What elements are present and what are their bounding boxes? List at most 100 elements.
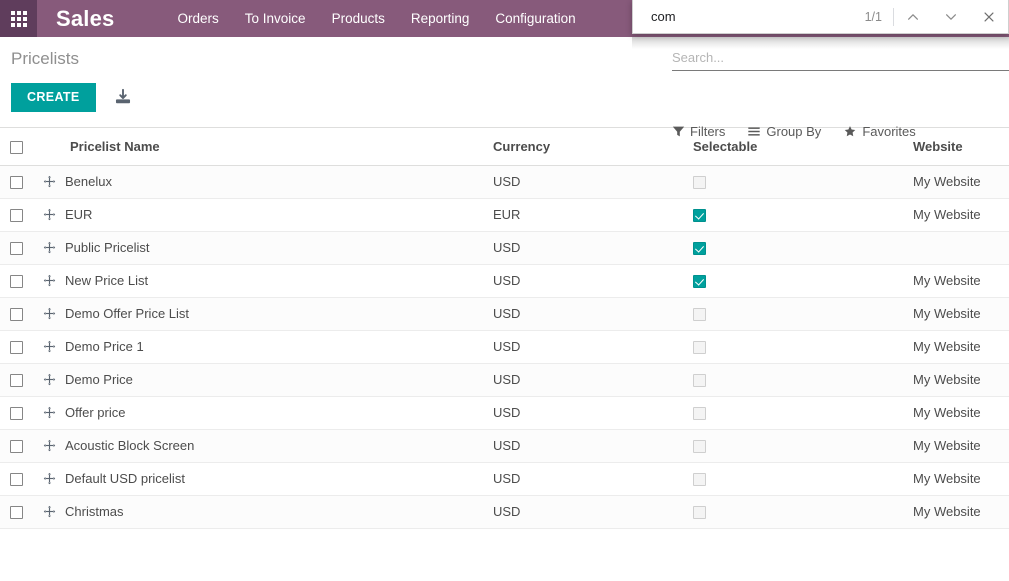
- pricelist-name-link[interactable]: Benelux: [65, 174, 112, 189]
- drag-handle[interactable]: [43, 406, 56, 419]
- row-select-checkbox[interactable]: [10, 341, 23, 355]
- pricelists-table: Pricelist Name Currency Selectable Websi…: [0, 128, 1009, 529]
- cell-pricelist-name: Demo Price: [33, 363, 463, 396]
- drag-handle[interactable]: [43, 505, 56, 518]
- cell-website: My Website: [913, 372, 981, 387]
- row-select-checkbox[interactable]: [10, 242, 23, 256]
- row-select-checkbox[interactable]: [10, 308, 23, 322]
- cell-selectable: [663, 198, 888, 231]
- drag-handle[interactable]: [43, 241, 56, 254]
- table-row[interactable]: Public Pricelist USD: [0, 231, 1009, 264]
- selectable-checkbox[interactable]: [693, 407, 706, 421]
- selectable-checkbox[interactable]: [693, 506, 706, 520]
- drag-handle[interactable]: [43, 208, 56, 221]
- pricelist-name-link[interactable]: Offer price: [65, 405, 125, 420]
- selectable-checkbox[interactable]: [693, 341, 706, 355]
- menu-item-products[interactable]: Products: [319, 0, 398, 37]
- table-row[interactable]: Demo Offer Price List USD My Website: [0, 297, 1009, 330]
- app-brand-sales[interactable]: Sales: [56, 6, 115, 32]
- pricelist-name-link[interactable]: New Price List: [65, 273, 148, 288]
- table-row[interactable]: Default USD pricelist USD My Website: [0, 462, 1009, 495]
- cell-selectable: [663, 429, 888, 462]
- table-row[interactable]: Acoustic Block Screen USD My Website: [0, 429, 1009, 462]
- cell-pricelist-name: Christmas: [33, 495, 463, 528]
- cell-currency: USD: [493, 174, 521, 189]
- drag-handle[interactable]: [43, 439, 56, 452]
- group-by-label: Group By: [766, 124, 822, 139]
- pricelists-list-view: Pricelist Name Currency Selectable Websi…: [0, 128, 1009, 581]
- row-select-checkbox[interactable]: [10, 209, 23, 223]
- row-select-checkbox[interactable]: [10, 473, 23, 487]
- row-select-checkbox[interactable]: [10, 176, 23, 190]
- find-match-count: 1/1: [864, 9, 882, 24]
- table-row[interactable]: EUR EUR My Website: [0, 198, 1009, 231]
- pricelist-name-link[interactable]: Demo Price: [65, 372, 133, 387]
- cell-currency: USD: [493, 438, 521, 453]
- selectable-checkbox[interactable]: [693, 176, 706, 190]
- cell-website: My Website: [913, 504, 981, 519]
- find-next-button[interactable]: [932, 0, 970, 34]
- menu-item-to-invoice[interactable]: To Invoice: [232, 0, 319, 37]
- apps-menu-button[interactable]: [0, 0, 37, 37]
- drag-handle-icon: [43, 373, 56, 386]
- import-icon[interactable]: [112, 86, 134, 108]
- table-row[interactable]: Benelux USD My Website: [0, 165, 1009, 198]
- selectable-checkbox[interactable]: [693, 374, 706, 388]
- selectable-checkbox[interactable]: [693, 209, 706, 223]
- selectable-checkbox[interactable]: [693, 275, 706, 289]
- row-select-checkbox[interactable]: [10, 407, 23, 421]
- favorites-button[interactable]: Favorites: [843, 124, 916, 139]
- row-select-checkbox[interactable]: [10, 506, 23, 520]
- column-header-currency[interactable]: Currency: [463, 128, 663, 166]
- table-row[interactable]: Demo Price USD My Website: [0, 363, 1009, 396]
- cell-pricelist-name: Acoustic Block Screen: [33, 429, 463, 462]
- pricelist-name-link[interactable]: Demo Offer Price List: [65, 306, 189, 321]
- drag-handle[interactable]: [43, 274, 56, 287]
- filters-button[interactable]: Filters: [672, 124, 725, 139]
- pricelist-name-link[interactable]: Christmas: [65, 504, 124, 519]
- selectable-checkbox[interactable]: [693, 242, 706, 256]
- pricelist-name-link[interactable]: Public Pricelist: [65, 240, 150, 255]
- column-header-pricelist-name[interactable]: Pricelist Name: [33, 128, 463, 166]
- selectable-checkbox[interactable]: [693, 308, 706, 322]
- group-by-button[interactable]: Group By: [747, 124, 821, 139]
- row-select-cell: [0, 462, 33, 495]
- menu-item-configuration[interactable]: Configuration: [482, 0, 588, 37]
- drag-handle[interactable]: [43, 340, 56, 353]
- pricelist-name-link[interactable]: Default USD pricelist: [65, 471, 185, 486]
- browser-find-bar: 1/1: [632, 0, 1009, 34]
- drag-handle[interactable]: [43, 175, 56, 188]
- pricelist-name-link[interactable]: EUR: [65, 207, 92, 222]
- selectable-checkbox[interactable]: [693, 440, 706, 454]
- menu-item-orders[interactable]: Orders: [165, 0, 232, 37]
- table-row[interactable]: Demo Price 1 USD My Website: [0, 330, 1009, 363]
- drag-handle-icon: [43, 307, 56, 320]
- menu-item-reporting[interactable]: Reporting: [398, 0, 483, 37]
- apps-grid-icon: [10, 10, 27, 27]
- row-select-checkbox[interactable]: [10, 374, 23, 388]
- chevron-up-icon: [908, 13, 918, 20]
- search-area: [672, 48, 1009, 71]
- row-select-cell: [0, 330, 33, 363]
- table-row[interactable]: New Price List USD My Website: [0, 264, 1009, 297]
- table-row[interactable]: Christmas USD My Website: [0, 495, 1009, 528]
- cell-currency: USD: [493, 339, 521, 354]
- pricelist-name-link[interactable]: Acoustic Block Screen: [65, 438, 194, 453]
- drag-handle[interactable]: [43, 373, 56, 386]
- pricelist-name-link[interactable]: Demo Price 1: [65, 339, 144, 354]
- create-button[interactable]: CREATE: [11, 83, 96, 112]
- search-input[interactable]: [672, 48, 1009, 67]
- selectable-checkbox[interactable]: [693, 473, 706, 487]
- drag-handle[interactable]: [43, 472, 56, 485]
- find-input[interactable]: [633, 8, 865, 25]
- cell-currency: USD: [493, 372, 521, 387]
- row-select-checkbox[interactable]: [10, 275, 23, 289]
- find-close-button[interactable]: [970, 0, 1008, 34]
- table-row[interactable]: Offer price USD My Website: [0, 396, 1009, 429]
- odoo-pricelists-page: Sales Orders To Invoice Products Reporti…: [0, 0, 1009, 581]
- drag-handle[interactable]: [43, 307, 56, 320]
- cell-pricelist-name: Default USD pricelist: [33, 462, 463, 495]
- row-select-checkbox[interactable]: [10, 440, 23, 454]
- find-previous-button[interactable]: [894, 0, 932, 34]
- select-all-checkbox[interactable]: [10, 140, 23, 154]
